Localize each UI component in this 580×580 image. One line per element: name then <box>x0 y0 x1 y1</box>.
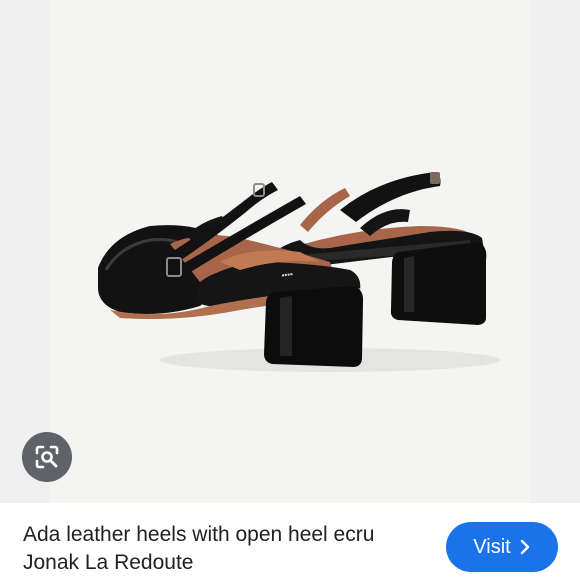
result-info-bar: Ada leather heels with open heel ecru Jo… <box>0 503 580 580</box>
image-result-screen: ▪▪▪▪ Ada leather heels with open heel ec… <box>0 0 580 580</box>
chevron-right-icon <box>519 539 531 555</box>
product-photo: ▪▪▪▪ <box>98 172 500 372</box>
lens-search-icon <box>35 445 59 469</box>
visit-button-label: Visit <box>473 535 511 558</box>
result-source-line: Jonak La Redoute <box>23 551 194 574</box>
product-image-area[interactable]: ▪▪▪▪ <box>0 0 580 503</box>
result-title-line-1: Ada leather heels with open heel ecru <box>23 523 375 546</box>
result-title[interactable]: Ada leather heels with open heel ecru Jo… <box>23 521 433 577</box>
svg-text:▪▪▪▪: ▪▪▪▪ <box>281 269 294 280</box>
lens-search-button[interactable] <box>22 432 72 482</box>
visit-button[interactable]: Visit <box>446 522 558 572</box>
